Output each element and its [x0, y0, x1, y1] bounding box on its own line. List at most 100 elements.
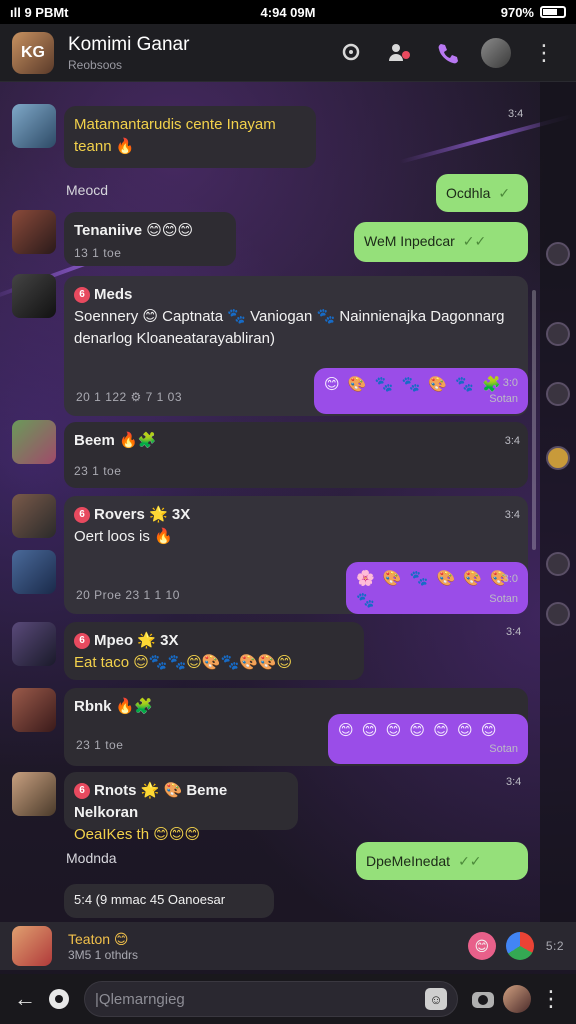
sender-avatar[interactable]: [12, 622, 56, 666]
badge-icon: 6: [74, 287, 90, 304]
message-note: Sotan: [489, 393, 518, 405]
more-vert-icon[interactable]: ⋮: [534, 982, 568, 1016]
sender-avatar[interactable]: [12, 550, 56, 594]
section-label: Meocd: [66, 182, 109, 198]
rail-avatar[interactable]: [546, 322, 570, 346]
more-vert-icon[interactable]: ⋮: [524, 33, 564, 73]
incoming-message[interactable]: 6 Mpeo 🌟 3X Eat taco 😊🐾🐾😊🎨🐾🎨🎨😊: [64, 622, 364, 680]
outgoing-message[interactable]: 😊 😊 😊 😊 😊 😊 😊 Sotan: [328, 714, 528, 764]
rail-avatar[interactable]: [546, 242, 570, 266]
read-check-icon: ✓✓: [458, 853, 482, 869]
rail-avatar[interactable]: [546, 552, 570, 576]
sender-name: Tenaniive 😊😊😊: [74, 222, 194, 239]
message-meta: 13 1 toe: [74, 246, 122, 260]
sender-avatar[interactable]: [12, 274, 56, 318]
back-arrow-icon[interactable]: ←: [8, 982, 42, 1016]
rail-avatar[interactable]: [546, 446, 570, 470]
message-time: 3:4: [504, 435, 520, 447]
message-text: Soennery 😊 Captnata 🐾 Vaniogan 🐾 Nainnie…: [74, 308, 505, 325]
outgoing-message[interactable]: 🌸 🎨 🐾 🎨 🎨 🎨 🐾 3:0 Sotan: [346, 562, 528, 614]
incoming-message[interactable]: Beem 🔥🧩 23 1 toe 3:4: [64, 422, 528, 488]
message-list[interactable]: Matamantarudis cente Inayam teann 🔥 3:4 …: [0, 82, 576, 922]
message-note: Sotan: [489, 743, 518, 755]
message-text: 5:4 (9 mmac 45 Oanoesar: [74, 892, 226, 907]
signal-indicator: ıll 9 PBMt: [10, 4, 69, 20]
sender-name: Meds: [94, 286, 133, 303]
sender-avatar[interactable]: [12, 772, 56, 816]
outgoing-message[interactable]: Ocdhla ✓: [436, 174, 528, 212]
section-label: Modnda: [66, 850, 117, 866]
outgoing-message[interactable]: DpeMeInedat ✓✓: [356, 842, 528, 880]
read-check-icon: ✓✓: [462, 233, 487, 249]
app-icon[interactable]: [505, 932, 534, 960]
sender-avatar[interactable]: [12, 420, 56, 464]
status-time: 4:94 09M: [260, 4, 316, 20]
sender-avatar[interactable]: [12, 210, 56, 254]
message-note: Sotan: [489, 593, 518, 605]
message-text: denarlog Kloaneatarayabliran): [74, 330, 275, 347]
sender-name: Mpeo 🌟 3X: [94, 632, 179, 649]
rail-avatar[interactable]: [546, 382, 570, 406]
camera-icon[interactable]: [466, 982, 500, 1016]
message-emojis: 🌸 🎨 🐾 🎨 🎨 🎨 🐾: [356, 570, 511, 609]
scrollbar[interactable]: [532, 290, 536, 550]
sender-avatar[interactable]: [12, 688, 56, 732]
preview-name: Teaton 😊: [68, 930, 129, 947]
sender-name: Rovers 🌟 3X: [94, 506, 191, 523]
sticker-icon[interactable]: ☺: [425, 988, 447, 1010]
message-time: 3:4: [508, 108, 524, 120]
message-emojis: 😊 😊 😊 😊 😊 😊 😊: [338, 722, 499, 739]
message-meta: 20 Proe 23 1 1 10: [76, 588, 180, 602]
message-emojis: 😊 🎨 🐾 🐾 🎨 🐾 🧩: [324, 376, 503, 393]
message-composer: ← ☺ ⋮: [0, 974, 576, 1024]
outgoing-message[interactable]: WeM Inpedcar ✓✓: [354, 222, 528, 262]
sender-name: Beem 🔥🧩: [74, 432, 157, 449]
message-text: WeM Inpedcar: [364, 233, 455, 249]
read-check-icon: ✓: [498, 185, 511, 201]
reaction-icon[interactable]: 😊: [467, 932, 496, 960]
chat-title-area[interactable]: Komimi Ganar Reobsoos: [68, 34, 324, 72]
message-text: teann 🔥: [74, 138, 135, 155]
incoming-message[interactable]: 6 Rnots 🌟 🎨 Beme Nelkoran OeaIKes th 😊😊😊: [64, 772, 298, 843]
incoming-message[interactable]: Tenaniive 😊😊😊 13 1 toe: [64, 212, 236, 266]
emoji-icon[interactable]: [42, 982, 76, 1016]
incoming-message[interactable]: 5:4 (9 mmac 45 Oanoesar: [64, 884, 274, 918]
chat-title: Komimi Ganar: [68, 33, 190, 55]
message-time: 3:4: [506, 626, 522, 638]
message-text: Oert loos is 🔥: [74, 528, 173, 545]
message-time: 3:4: [506, 776, 522, 788]
side-rail: [540, 82, 576, 922]
preview-subtitle: 3M5 1 othdrs: [68, 947, 139, 962]
search-icon[interactable]: [332, 33, 372, 73]
chat-avatar[interactable]: KG: [12, 31, 54, 74]
message-time: 3:0: [502, 573, 518, 585]
message-time: 3:4: [504, 509, 520, 521]
message-text: Matamantarudis cente Inayam: [74, 116, 276, 133]
chat-header: KG Komimi Ganar Reobsoos ⋮: [0, 24, 576, 82]
outgoing-message[interactable]: 😊 🎨 🐾 🐾 🎨 🐾 🧩 3:0 Sotan: [314, 368, 528, 414]
chat-preview-bar[interactable]: Teaton 😊 3M5 1 othdrs 😊 5:2: [0, 922, 576, 970]
incoming-message[interactable]: Matamantarudis cente Inayam teann 🔥: [64, 106, 316, 168]
battery-icon: [539, 6, 566, 18]
badge-icon: 6: [74, 633, 90, 650]
message-input[interactable]: [95, 990, 425, 1008]
group-icon[interactable]: [380, 33, 420, 73]
rail-avatar[interactable]: [546, 602, 570, 626]
preview-avatar: [12, 926, 52, 966]
sender-avatar[interactable]: [12, 104, 56, 148]
profile-icon[interactable]: [500, 982, 534, 1016]
message-text: Ocdhla: [446, 185, 491, 201]
profile-icon[interactable]: [476, 33, 516, 73]
chat-subtitle: Reobsoos: [68, 57, 123, 72]
message-text: Eat taco 😊🐾🐾😊🎨🐾🎨🎨😊: [74, 654, 293, 671]
phone-icon[interactable]: [428, 33, 468, 73]
battery-percent: 970%: [500, 4, 534, 20]
badge-icon: 6: [74, 507, 90, 524]
message-text: DpeMeInedat: [366, 853, 451, 869]
sender-avatar[interactable]: [12, 494, 56, 538]
message-meta: 20 1 122 ⚙ 7 1 03: [76, 390, 182, 404]
status-bar: ıll 9 PBMt 4:94 09M 970%: [0, 0, 576, 24]
message-meta: 23 1 toe: [76, 738, 124, 752]
sender-name: Rnots 🌟 🎨 Beme Nelkoran: [74, 782, 228, 821]
message-input-wrapper[interactable]: ☺: [84, 981, 458, 1017]
